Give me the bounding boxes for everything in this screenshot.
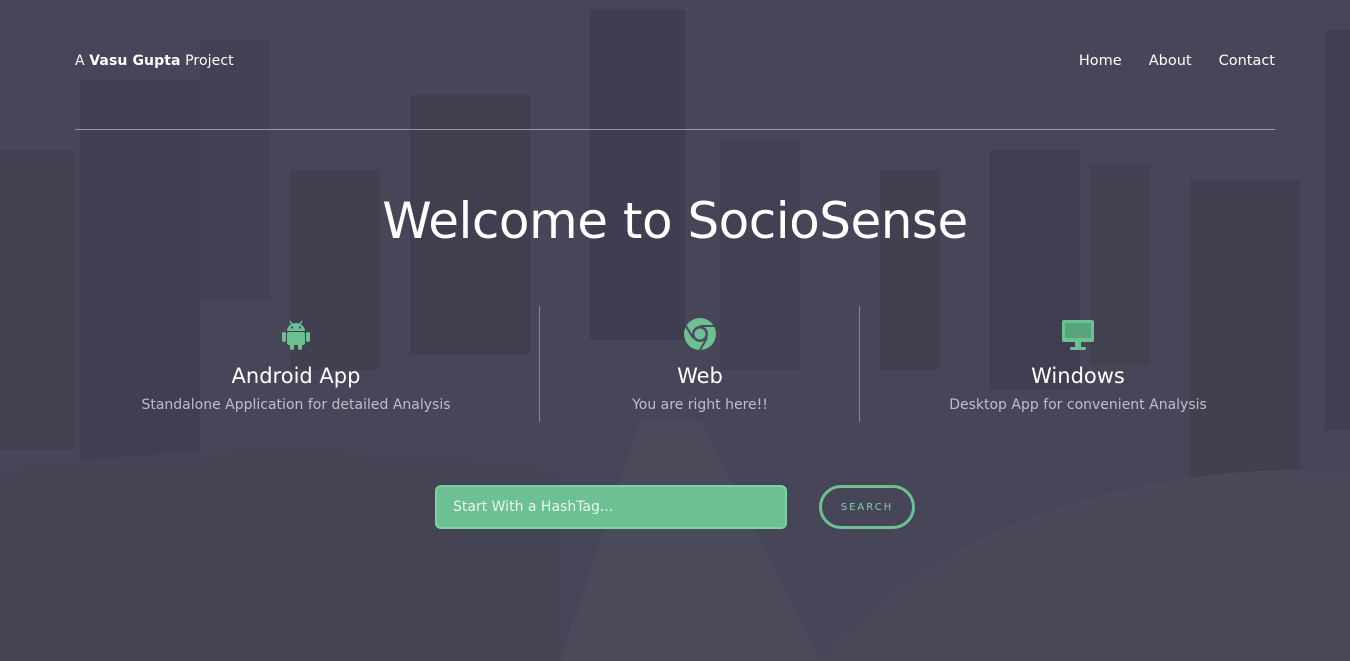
nav-link-contact[interactable]: Contact <box>1219 53 1275 69</box>
page: A Vasu Gupta Project Home About Contact … <box>0 0 1350 661</box>
page-title: Welcome to SocioSense <box>382 192 968 250</box>
android-icon <box>282 320 310 350</box>
brand-suffix: Project <box>185 53 234 69</box>
chrome-icon <box>684 318 716 351</box>
feature-title: Android App <box>231 364 361 388</box>
header-divider <box>75 129 1275 130</box>
feature-windows: Windows Desktop App for convenient Analy… <box>858 306 1298 422</box>
hero-section: A Vasu Gupta Project Home About Contact … <box>0 0 1350 661</box>
feature-description: Desktop App for convenient Analysis <box>949 397 1207 413</box>
features-row: Android App Standalone Application for d… <box>0 306 1350 422</box>
main-nav: Home About Contact <box>1079 53 1275 69</box>
nav-link-about[interactable]: About <box>1149 53 1192 69</box>
feature-title: Web <box>677 364 723 388</box>
nav-link-home[interactable]: Home <box>1079 53 1122 69</box>
brand-text: A Vasu Gupta Project <box>75 53 234 69</box>
feature-description: Standalone Application for detailed Anal… <box>141 397 451 413</box>
feature-description: You are right here!! <box>632 397 768 413</box>
search-button[interactable]: SEARCH <box>819 485 915 529</box>
hashtag-search-input[interactable] <box>435 485 787 529</box>
feature-web: Web You are right here!! <box>480 306 920 422</box>
feature-title: Windows <box>1031 364 1125 388</box>
brand-prefix: A <box>75 53 85 69</box>
site-header: A Vasu Gupta Project Home About Contact <box>75 46 1275 76</box>
desktop-icon <box>1062 320 1094 350</box>
brand-name: Vasu Gupta <box>89 53 181 69</box>
search-form: SEARCH <box>435 485 915 529</box>
feature-android: Android App Standalone Application for d… <box>76 306 516 422</box>
